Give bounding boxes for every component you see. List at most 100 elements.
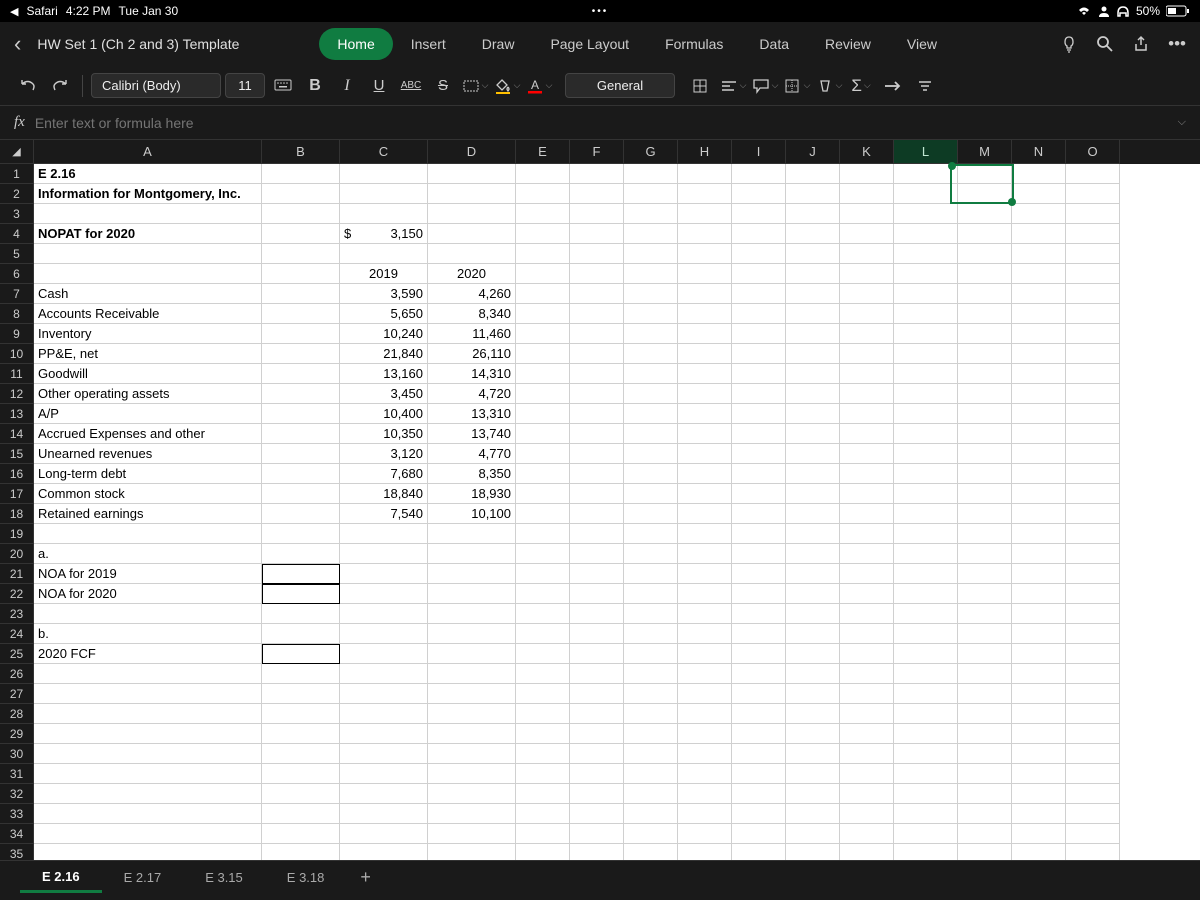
cell-L17[interactable]	[894, 484, 958, 504]
cell-I2[interactable]	[732, 184, 786, 204]
cell-I21[interactable]	[732, 564, 786, 584]
cell-N11[interactable]	[1012, 364, 1066, 384]
cell-C2[interactable]	[340, 184, 428, 204]
cell-F14[interactable]	[570, 424, 624, 444]
cell-N34[interactable]	[1012, 824, 1066, 844]
cell-G11[interactable]	[624, 364, 678, 384]
row-header[interactable]: 21	[0, 564, 34, 584]
cell-M17[interactable]	[958, 484, 1012, 504]
cell-E18[interactable]	[516, 504, 570, 524]
cell-L27[interactable]	[894, 684, 958, 704]
cell-G23[interactable]	[624, 604, 678, 624]
cell-E4[interactable]	[516, 224, 570, 244]
cell-C12[interactable]: 3,450	[340, 384, 428, 404]
cell-A11[interactable]: Goodwill	[34, 364, 262, 384]
cell-J21[interactable]	[786, 564, 840, 584]
cell-E13[interactable]	[516, 404, 570, 424]
col-header-C[interactable]: C	[340, 140, 428, 164]
cell-C22[interactable]	[340, 584, 428, 604]
col-header-K[interactable]: K	[840, 140, 894, 164]
cell-D30[interactable]	[428, 744, 516, 764]
cell-B15[interactable]	[262, 444, 340, 464]
cell-O26[interactable]	[1066, 664, 1120, 684]
multitask-dots[interactable]: •••	[406, 6, 794, 17]
merge-button[interactable]: ⌵	[461, 79, 489, 93]
cell-H14[interactable]	[678, 424, 732, 444]
cell-M15[interactable]	[958, 444, 1012, 464]
cell-M9[interactable]	[958, 324, 1012, 344]
cell-L9[interactable]	[894, 324, 958, 344]
cell-J35[interactable]	[786, 844, 840, 860]
cell-E25[interactable]	[516, 644, 570, 664]
row-header[interactable]: 22	[0, 584, 34, 604]
cell-M27[interactable]	[958, 684, 1012, 704]
cell-D11[interactable]: 14,310	[428, 364, 516, 384]
sheet-tab-4[interactable]: E 3.18	[265, 864, 347, 891]
cell-O9[interactable]	[1066, 324, 1120, 344]
cell-F25[interactable]	[570, 644, 624, 664]
cell-L25[interactable]	[894, 644, 958, 664]
cell-F22[interactable]	[570, 584, 624, 604]
cell-E15[interactable]	[516, 444, 570, 464]
cell-G4[interactable]	[624, 224, 678, 244]
row-header[interactable]: 29	[0, 724, 34, 744]
back-app-label[interactable]: Safari	[26, 4, 57, 18]
cell-C5[interactable]	[340, 244, 428, 264]
cell-A24[interactable]: b.	[34, 624, 262, 644]
cell-M35[interactable]	[958, 844, 1012, 860]
cell-H12[interactable]	[678, 384, 732, 404]
cell-E7[interactable]	[516, 284, 570, 304]
cell-F34[interactable]	[570, 824, 624, 844]
row-header[interactable]: 30	[0, 744, 34, 764]
cell-G6[interactable]	[624, 264, 678, 284]
cell-E1[interactable]	[516, 164, 570, 184]
cell-B26[interactable]	[262, 664, 340, 684]
cell-K23[interactable]	[840, 604, 894, 624]
cell-A22[interactable]: NOA for 2020	[34, 584, 262, 604]
cell-D35[interactable]	[428, 844, 516, 860]
cell-G13[interactable]	[624, 404, 678, 424]
cell-G10[interactable]	[624, 344, 678, 364]
tab-data[interactable]: Data	[741, 28, 807, 60]
cell-J22[interactable]	[786, 584, 840, 604]
cell-O7[interactable]	[1066, 284, 1120, 304]
cell-C25[interactable]	[340, 644, 428, 664]
col-header-F[interactable]: F	[570, 140, 624, 164]
cell-M31[interactable]	[958, 764, 1012, 784]
cell-N8[interactable]	[1012, 304, 1066, 324]
cell-O22[interactable]	[1066, 584, 1120, 604]
cell-H30[interactable]	[678, 744, 732, 764]
col-header-M[interactable]: M	[958, 140, 1012, 164]
fill-color-button[interactable]: ⌵	[493, 78, 521, 94]
cell-D6[interactable]: 2020	[428, 264, 516, 284]
col-header-A[interactable]: A	[34, 140, 262, 164]
tab-draw[interactable]: Draw	[464, 28, 533, 60]
cell-A30[interactable]	[34, 744, 262, 764]
cell-A25[interactable]: 2020 FCF	[34, 644, 262, 664]
undo-button[interactable]	[14, 77, 42, 95]
cell-D23[interactable]	[428, 604, 516, 624]
cell-A4[interactable]: NOPAT for 2020	[34, 224, 262, 244]
fx-label[interactable]: fx	[14, 114, 25, 131]
cell-A20[interactable]: a.	[34, 544, 262, 564]
cell-L5[interactable]	[894, 244, 958, 264]
cell-D3[interactable]	[428, 204, 516, 224]
cell-F27[interactable]	[570, 684, 624, 704]
cell-B2[interactable]	[262, 184, 340, 204]
cell-O16[interactable]	[1066, 464, 1120, 484]
cell-C7[interactable]: 3,590	[340, 284, 428, 304]
cell-D18[interactable]: 10,100	[428, 504, 516, 524]
row-header[interactable]: 34	[0, 824, 34, 844]
cell-J19[interactable]	[786, 524, 840, 544]
cell-M8[interactable]	[958, 304, 1012, 324]
cell-K2[interactable]	[840, 184, 894, 204]
cell-A27[interactable]	[34, 684, 262, 704]
cell-A6[interactable]	[34, 264, 262, 284]
cell-B29[interactable]	[262, 724, 340, 744]
cell-B7[interactable]	[262, 284, 340, 304]
cell-H31[interactable]	[678, 764, 732, 784]
cell-E24[interactable]	[516, 624, 570, 644]
cell-H21[interactable]	[678, 564, 732, 584]
cell-F2[interactable]	[570, 184, 624, 204]
cell-K8[interactable]	[840, 304, 894, 324]
